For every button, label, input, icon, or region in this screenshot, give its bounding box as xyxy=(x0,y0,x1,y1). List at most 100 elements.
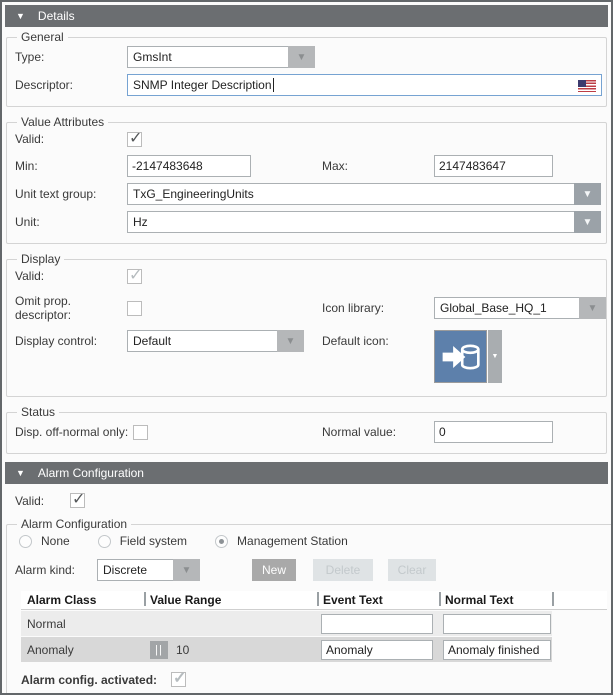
radio-management-station-label: Management Station xyxy=(237,534,348,548)
disp-off-normal-checkbox[interactable] xyxy=(133,425,148,440)
general-group-legend: General xyxy=(17,30,68,44)
unit-label: Unit: xyxy=(15,215,127,229)
radio-field-system-label: Field system xyxy=(120,534,187,548)
event-text-input[interactable] xyxy=(321,614,433,634)
descriptor-input-value: SNMP Integer Description xyxy=(133,78,272,92)
chevron-down-icon[interactable]: ▼ xyxy=(574,211,601,233)
alarm-kind-value: Discrete xyxy=(97,559,173,581)
chevron-down-icon[interactable]: ▼ xyxy=(288,46,315,68)
display-control-label: Display control: xyxy=(15,334,127,348)
min-label: Min: xyxy=(15,159,127,173)
alarm-class-cell[interactable]: Normal xyxy=(21,611,144,636)
details-editor-panel: ▼ Details General Type: GmsInt ▼ Descrip… xyxy=(0,0,613,695)
alarm-config-activated-label: Alarm config. activated: xyxy=(21,673,157,687)
details-section-header[interactable]: ▼ Details xyxy=(5,5,608,27)
chevron-down-icon[interactable]: ▼ xyxy=(173,559,200,581)
column-header-normal-text: Normal Text xyxy=(439,591,552,609)
event-text-input[interactable] xyxy=(321,640,433,660)
normal-text-input[interactable] xyxy=(443,640,551,660)
value-range-cell[interactable]: || 10 xyxy=(144,637,317,662)
min-input[interactable] xyxy=(127,155,251,177)
us-flag-icon[interactable] xyxy=(578,80,596,92)
column-header-event-text: Event Text xyxy=(317,591,439,609)
type-dropdown[interactable]: GmsInt ▼ xyxy=(127,46,315,68)
radio-management-station-circle[interactable] xyxy=(215,535,228,548)
default-icon-picker[interactable]: ▼ xyxy=(434,330,502,383)
alarm-class-table: Alarm Class Value Range Event Text Norma… xyxy=(21,591,607,662)
event-text-cell xyxy=(317,637,439,662)
unit-value: Hz xyxy=(127,211,574,233)
alarm-configuration-section-header[interactable]: ▼ Alarm Configuration xyxy=(5,462,608,484)
details-section-title: Details xyxy=(38,9,75,23)
value-attributes-legend: Value Attributes xyxy=(17,115,108,129)
default-icon-label: Default icon: xyxy=(322,334,389,348)
display-control-dropdown[interactable]: Default ▼ xyxy=(127,330,304,352)
type-label: Type: xyxy=(15,50,127,64)
column-header-spacer xyxy=(552,591,607,609)
disp-off-normal-label: Disp. off-normal only: xyxy=(15,425,133,439)
normal-value-label: Normal value: xyxy=(322,425,396,439)
alarm-valid-label: Valid: xyxy=(15,494,70,508)
descriptor-label: Descriptor: xyxy=(15,78,127,92)
icon-library-label: Icon library: xyxy=(322,301,384,315)
chevron-down-icon[interactable]: ▼ xyxy=(579,297,606,319)
clear-button: Clear xyxy=(388,559,436,581)
display-group: Display Valid: Omit prop. descriptor: Ic… xyxy=(6,252,607,397)
valid-checkbox[interactable] xyxy=(127,132,142,147)
text-caret xyxy=(273,78,274,92)
alarm-configuration-section-title: Alarm Configuration xyxy=(38,466,144,480)
chevron-down-icon[interactable]: ▼ xyxy=(277,330,304,352)
range-operator-button[interactable]: || xyxy=(150,641,168,659)
unit-text-group-dropdown[interactable]: TxG_EngineeringUnits ▼ xyxy=(127,183,601,205)
radio-none-circle[interactable] xyxy=(19,535,32,548)
delete-button: Delete xyxy=(313,559,373,581)
icon-picker-chevron-icon[interactable]: ▼ xyxy=(488,330,502,383)
value-range-text: 10 xyxy=(176,643,189,657)
alarm-config-activated-checkbox xyxy=(171,672,186,687)
radio-none[interactable]: None xyxy=(19,534,70,548)
alarm-kind-dropdown[interactable]: Discrete ▼ xyxy=(97,559,200,581)
collapse-triangle-icon: ▼ xyxy=(16,11,25,21)
alarm-class-cell[interactable]: Anomaly xyxy=(21,637,144,662)
status-group-legend: Status xyxy=(17,405,59,419)
alarm-configuration-legend: Alarm Configuration xyxy=(17,517,131,531)
display-group-legend: Display xyxy=(17,252,64,266)
alarm-configuration-group: Alarm Configuration None Field system Ma… xyxy=(6,517,613,695)
column-header-value-range: Value Range xyxy=(144,591,317,609)
valid-label: Valid: xyxy=(15,132,127,146)
alarm-kind-label: Alarm kind: xyxy=(15,563,97,577)
value-range-cell[interactable] xyxy=(144,611,317,636)
unit-text-group-label: Unit text group: xyxy=(15,187,127,201)
icon-library-dropdown[interactable]: Global_Base_HQ_1 ▼ xyxy=(434,297,606,319)
normal-value-input[interactable] xyxy=(434,421,553,443)
radio-none-label: None xyxy=(41,534,70,548)
omit-prop-descriptor-label: Omit prop. descriptor: xyxy=(15,294,127,322)
event-text-cell xyxy=(317,611,439,636)
value-attributes-group: Value Attributes Valid: Min: Max: Unit t… xyxy=(6,115,607,244)
database-import-icon xyxy=(434,330,487,383)
icon-library-value: Global_Base_HQ_1 xyxy=(434,297,579,319)
max-label: Max: xyxy=(322,159,348,173)
display-valid-checkbox xyxy=(127,269,142,284)
table-row-normal[interactable]: Normal xyxy=(21,611,607,636)
omit-prop-descriptor-checkbox[interactable] xyxy=(127,301,142,316)
general-group: General Type: GmsInt ▼ Descriptor: SNMP … xyxy=(6,30,607,107)
radio-field-system-circle[interactable] xyxy=(98,535,111,548)
descriptor-input[interactable]: SNMP Integer Description xyxy=(127,74,602,96)
normal-text-cell xyxy=(439,611,552,636)
unit-dropdown[interactable]: Hz ▼ xyxy=(127,211,601,233)
max-input[interactable] xyxy=(434,155,553,177)
table-row-anomaly[interactable]: Anomaly || 10 xyxy=(21,637,607,662)
status-group: Status Disp. off-normal only: Normal val… xyxy=(6,405,607,454)
chevron-down-icon[interactable]: ▼ xyxy=(574,183,601,205)
normal-text-input[interactable] xyxy=(443,614,551,634)
alarm-table-header: Alarm Class Value Range Event Text Norma… xyxy=(21,591,607,610)
radio-management-station[interactable]: Management Station xyxy=(215,534,348,548)
display-valid-label: Valid: xyxy=(15,269,127,283)
normal-text-cell xyxy=(439,637,552,662)
display-control-value: Default xyxy=(127,330,277,352)
alarm-valid-checkbox[interactable] xyxy=(70,493,85,508)
unit-text-group-value: TxG_EngineeringUnits xyxy=(127,183,574,205)
radio-field-system[interactable]: Field system xyxy=(98,534,187,548)
new-button[interactable]: New xyxy=(252,559,296,581)
